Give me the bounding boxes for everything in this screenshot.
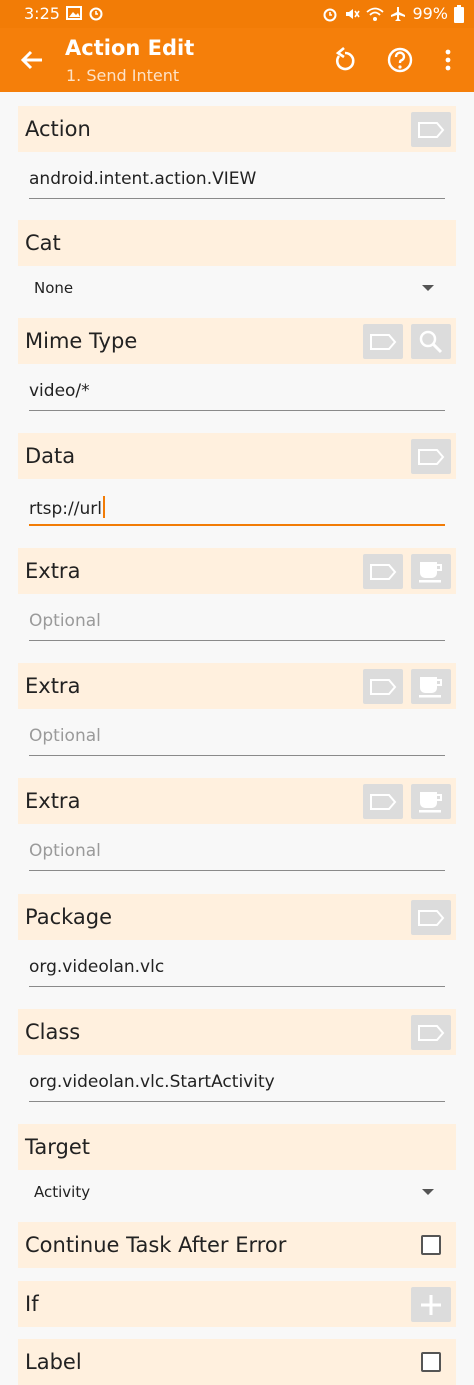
overflow-menu-icon[interactable] [434,46,462,74]
extra-placeholder: Optional [29,726,101,746]
extra-field-3[interactable]: Optional [29,831,445,871]
battery-level: 99% [412,4,448,23]
if-add-button[interactable] [411,1287,451,1322]
class-label: Class [25,1020,81,1044]
if-label: If [25,1292,39,1316]
cat-label: Cat [25,231,61,255]
cat-dropdown[interactable]: None [34,273,444,305]
dropdown-arrow-icon [422,285,434,291]
status-bar: 3:25 99% [0,0,474,28]
cat-section: Cat [18,220,456,266]
extra-section-3: Extra [18,778,456,824]
label-label: Label [25,1350,82,1374]
package-section: Package [18,894,456,940]
class-field[interactable]: org.videolan.vlc.StartActivity [29,1062,445,1102]
data-field[interactable]: rtsp://url [29,486,445,526]
mime-type-tag-button[interactable] [363,324,403,359]
extra-coffee-button[interactable] [411,554,451,589]
battery-icon [454,4,464,23]
tag-icon [418,909,445,926]
image-icon [66,6,82,20]
extra-label: Extra [25,674,81,698]
data-tag-button[interactable] [411,439,451,474]
extra-placeholder: Optional [29,841,101,861]
extra-tag-button[interactable] [363,784,403,819]
airplane-icon [391,6,406,21]
data-label: Data [25,444,76,468]
tag-icon [370,678,397,695]
class-value: org.videolan.vlc.StartActivity [29,1072,275,1092]
class-section: Class [18,1009,456,1055]
action-tag-button[interactable] [411,112,451,147]
extra-section-1: Extra [18,548,456,594]
mime-type-value: video/* [29,381,90,401]
tag-icon [370,793,397,810]
tag-icon [370,563,397,580]
continue-task-section[interactable]: Continue Task After Error [18,1222,456,1268]
status-time: 3:25 [24,4,60,23]
coffee-cup-icon [419,791,442,812]
extra-coffee-button[interactable] [411,784,451,819]
extra-tag-button[interactable] [363,554,403,589]
action-section: Action [18,106,456,152]
extra-placeholder: Optional [29,611,101,631]
label-section[interactable]: Label [18,1339,456,1385]
package-field[interactable]: org.videolan.vlc [29,947,445,987]
dropdown-arrow-icon [422,1189,434,1195]
tag-icon [370,333,397,350]
extra-section-2: Extra [18,663,456,709]
target-value: Activity [34,1183,91,1201]
action-value: android.intent.action.VIEW [29,169,257,189]
tag-icon [418,1024,445,1041]
text-cursor [102,496,105,518]
alarm-icon [89,7,103,21]
extra-coffee-button[interactable] [411,669,451,704]
mime-type-search-button[interactable] [411,324,451,359]
package-value: org.videolan.vlc [29,957,165,977]
extra-field-2[interactable]: Optional [29,716,445,756]
label-checkbox[interactable] [421,1352,441,1372]
back-arrow-icon[interactable] [18,46,46,74]
app-bar: Action Edit 1. Send Intent [0,28,474,92]
tag-icon [418,448,445,465]
action-label: Action [25,117,91,141]
target-label: Target [25,1135,90,1159]
action-field[interactable]: android.intent.action.VIEW [29,159,445,199]
alarm-icon [323,8,337,21]
cat-value: None [34,279,74,297]
extra-label: Extra [25,789,81,813]
data-section: Data [18,433,456,479]
extra-field-1[interactable]: Optional [29,601,445,641]
package-tag-button[interactable] [411,900,451,935]
page-title: Action Edit [65,36,195,60]
plus-icon [421,1294,441,1315]
wifi-icon [366,7,385,21]
help-icon[interactable] [386,46,414,74]
page-subtitle: 1. Send Intent [66,66,180,85]
search-icon [419,330,443,353]
package-label: Package [25,905,113,929]
continue-task-label: Continue Task After Error [25,1233,287,1257]
mime-type-label: Mime Type [25,329,138,353]
target-dropdown[interactable]: Activity [34,1177,444,1209]
continue-task-checkbox[interactable] [421,1235,441,1255]
tag-icon [418,121,445,138]
if-section: If [18,1281,456,1327]
coffee-cup-icon [419,676,442,697]
data-value: rtsp://url [29,499,102,519]
mime-type-field[interactable]: video/* [29,371,445,411]
screen: 3:25 99% Action Edit 1. Send Intent Acti… [0,0,474,1385]
extra-tag-button[interactable] [363,669,403,704]
target-section: Target [18,1124,456,1170]
extra-label: Extra [25,559,81,583]
mime-type-section: Mime Type [18,318,456,364]
coffee-cup-icon [419,561,442,582]
undo-icon[interactable] [331,46,359,74]
class-tag-button[interactable] [411,1015,451,1050]
mute-icon [346,8,361,19]
